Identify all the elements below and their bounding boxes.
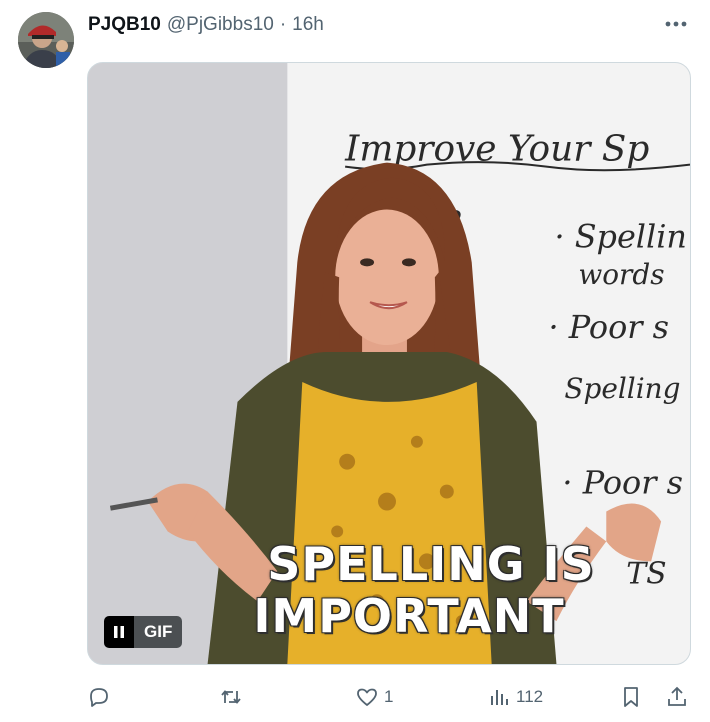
- timestamp[interactable]: 16h: [292, 14, 324, 36]
- bookmark-button[interactable]: [619, 680, 643, 714]
- pause-icon[interactable]: [104, 616, 134, 648]
- gif-caption-line1: SPELLING IS: [267, 537, 595, 591]
- wb-line1: · Spellin: [554, 217, 686, 255]
- like-icon: [357, 688, 377, 706]
- like-button[interactable]: 1: [355, 680, 393, 714]
- avatar-image: [18, 12, 74, 68]
- like-count: 1: [384, 687, 394, 706]
- wb-line5: · Poor s: [562, 464, 683, 502]
- wb-line2: words: [578, 258, 664, 291]
- views-icon: [491, 690, 508, 705]
- reply-button[interactable]: [87, 680, 116, 714]
- views-count: 112: [516, 687, 544, 706]
- separator-dot: ·: [279, 14, 287, 35]
- views-button[interactable]: 112: [487, 680, 543, 714]
- gif-caption-line2: IMPORTANT: [253, 589, 565, 643]
- wb-line4: Spelling: [564, 372, 680, 405]
- user-handle[interactable]: @PjGibbs10: [167, 14, 274, 36]
- retweet-button[interactable]: [219, 680, 248, 714]
- reply-icon: [90, 688, 108, 707]
- wb-line3: · Poor s: [548, 308, 669, 346]
- more-icon[interactable]: [662, 14, 690, 34]
- retweet-icon: [221, 690, 241, 704]
- avatar[interactable]: [18, 12, 74, 68]
- gif-controls: GIF: [104, 616, 183, 648]
- tweet-actions: 1 112: [87, 680, 695, 714]
- tweet-header: PJQB10 @PjGibbs10 · 16h: [88, 14, 324, 36]
- bookmark-icon: [624, 687, 638, 707]
- share-icon: [668, 686, 686, 706]
- display-name[interactable]: PJQB10: [88, 14, 161, 36]
- gif-badge: GIF: [134, 616, 183, 648]
- share-button[interactable]: [665, 680, 689, 714]
- gif-media[interactable]: Improve Your Sp ? · Spellin words · Poor…: [87, 62, 691, 665]
